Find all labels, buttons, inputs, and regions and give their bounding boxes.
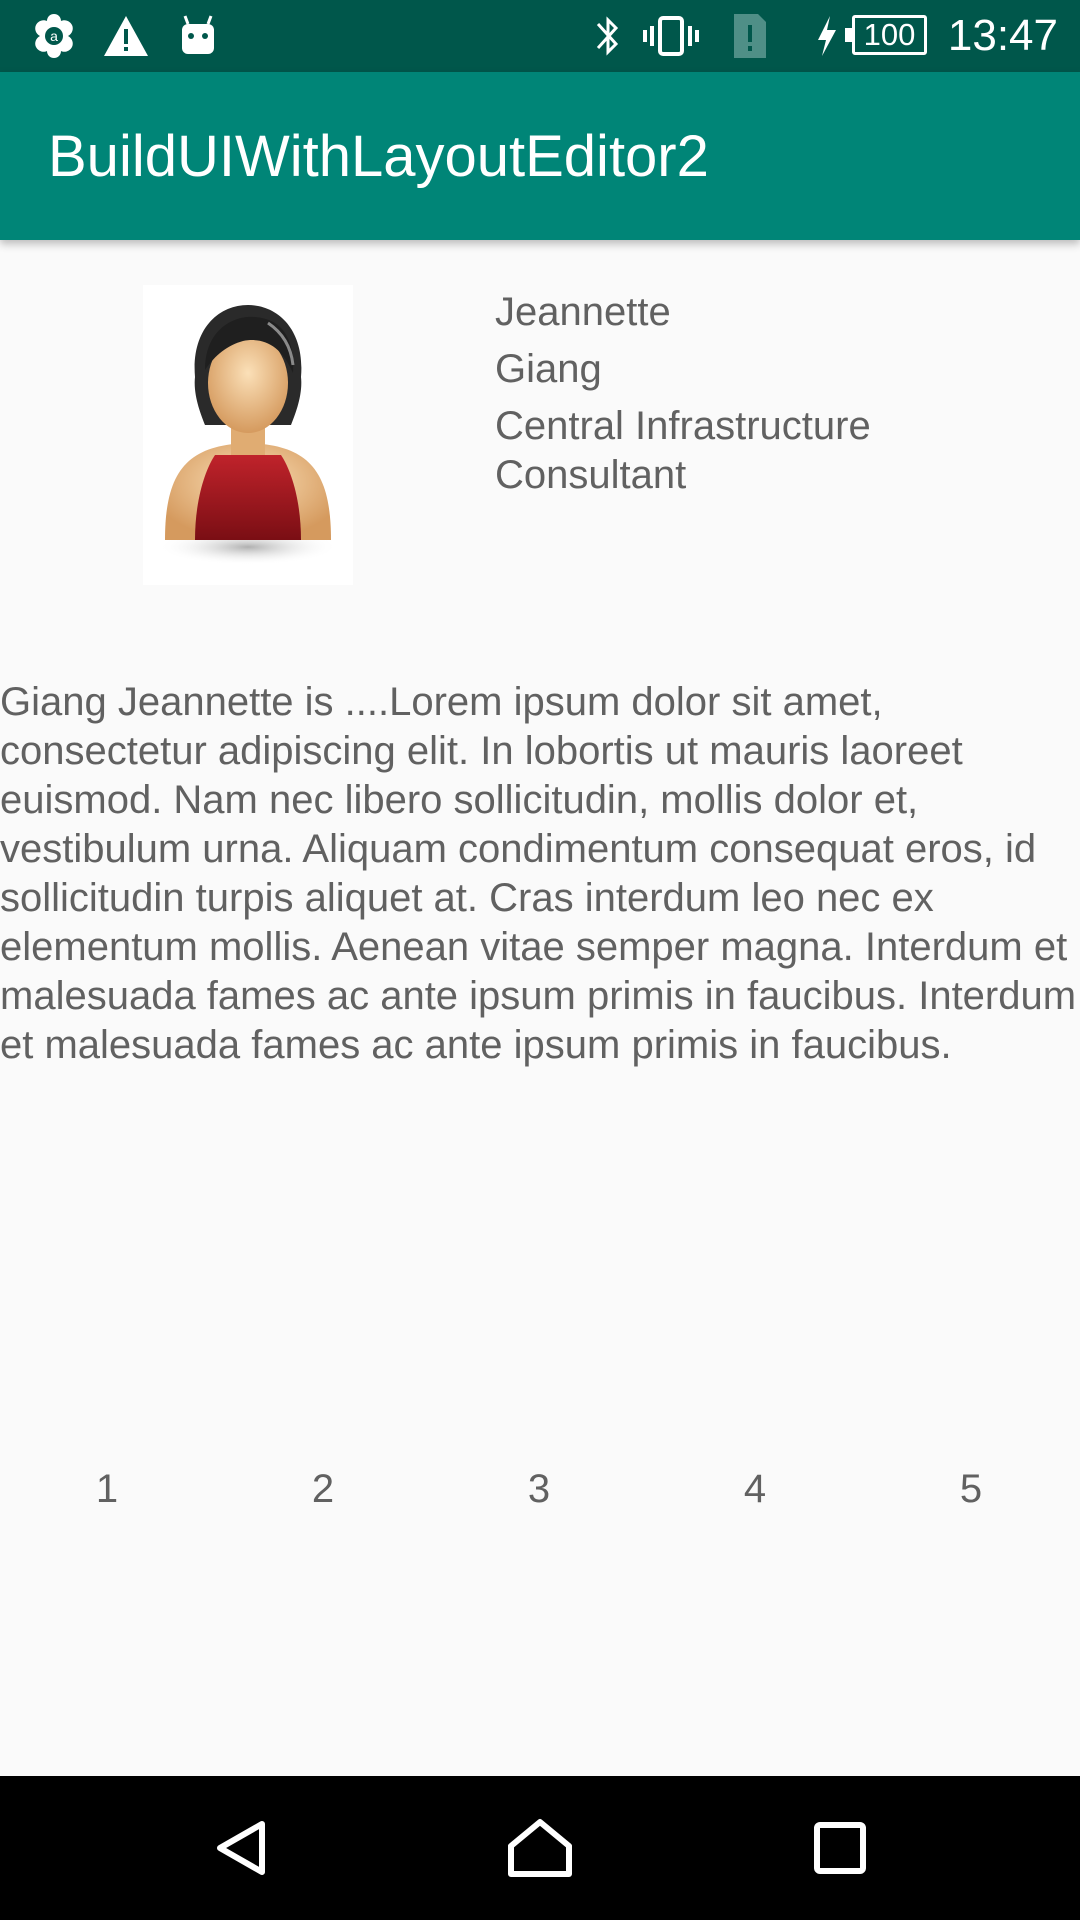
avatar <box>143 285 353 585</box>
battery-icon: 100 <box>845 15 927 55</box>
job-title-line2: Consultant <box>495 453 687 497</box>
bio-text: Giang Jeannette is ....Lorem ipsum dolor… <box>0 680 1077 1067</box>
recents-icon[interactable] <box>812 1820 868 1876</box>
navigation-bar <box>0 1776 1080 1920</box>
number-row: 1 2 3 4 5 <box>0 1464 1080 1524</box>
sim-alert-icon <box>734 14 766 58</box>
first-name: Jeannette <box>495 290 671 334</box>
status-bar: a 100 13:47 <box>0 0 1080 72</box>
warning-icon <box>104 16 148 56</box>
app-title: BuildUIWithLayoutEditor2 <box>48 124 709 189</box>
battery-level: 100 <box>863 17 916 52</box>
number-4: 4 <box>743 1467 767 1511</box>
number-1: 1 <box>95 1467 119 1511</box>
number-5: 5 <box>959 1467 983 1511</box>
female-user-avatar-icon <box>158 305 338 565</box>
svg-text:a: a <box>50 28 58 44</box>
vibrate-icon <box>643 16 699 56</box>
job-title-line1: Central Infrastructure <box>495 404 871 448</box>
android-debug-icon <box>182 15 214 54</box>
profile-info: Jeannette Giang Central Infrastructure C… <box>495 288 1035 500</box>
profile-content: Jeannette Giang Central Infrastructure C… <box>0 240 1080 1776</box>
bluetooth-icon <box>596 16 619 56</box>
status-time: 13:47 <box>947 11 1058 60</box>
back-icon[interactable] <box>210 1818 270 1878</box>
app-notification-icon: a <box>35 14 73 58</box>
last-name: Giang <box>495 347 602 391</box>
home-icon[interactable] <box>505 1816 575 1880</box>
number-2: 2 <box>311 1467 335 1511</box>
charging-icon <box>818 16 836 56</box>
number-3: 3 <box>527 1467 551 1511</box>
app-bar: BuildUIWithLayoutEditor2 <box>0 72 1080 240</box>
